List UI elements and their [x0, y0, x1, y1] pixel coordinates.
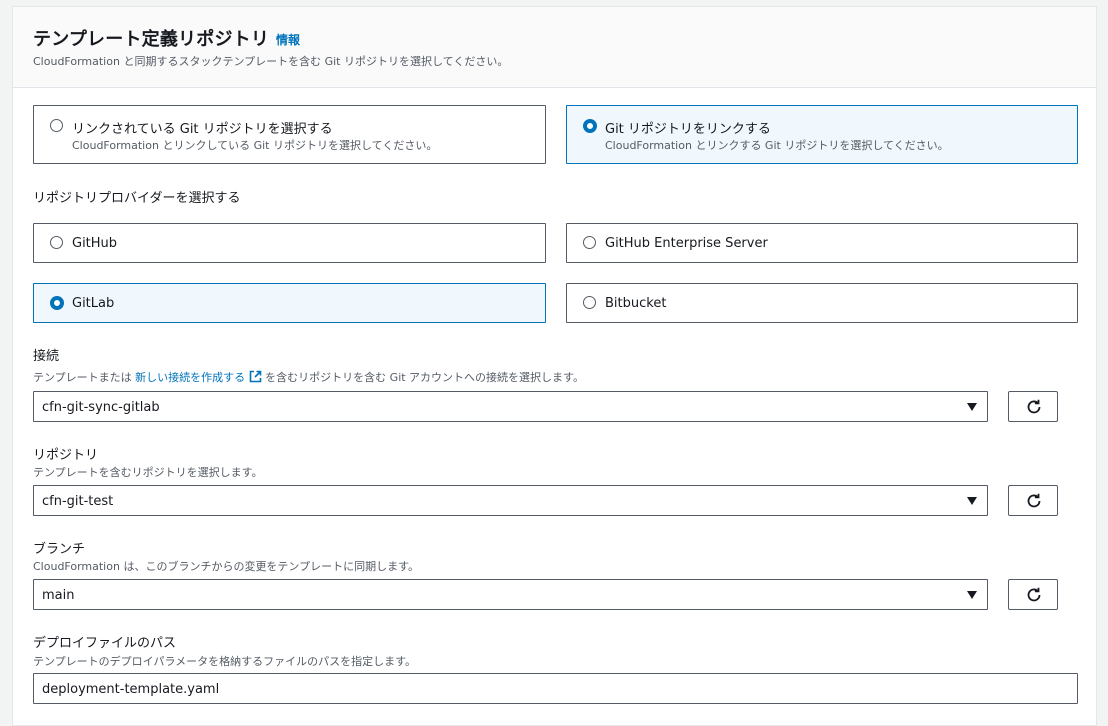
- connection-value: cfn-git-sync-gitlab: [42, 400, 160, 415]
- panel-description: CloudFormation と同期するスタックテンプレートを含む Git リポ…: [33, 55, 509, 68]
- refresh-repository-button[interactable]: [1008, 485, 1058, 516]
- caret-down-icon: [967, 497, 977, 505]
- option-description: CloudFormation とリンクする Git リポジトリを選択してください…: [605, 139, 949, 152]
- connection-desc-prefix: テンプレートまたは: [33, 371, 132, 384]
- create-connection-link[interactable]: 新しい接続を作成する: [135, 371, 245, 384]
- radio-button[interactable]: [50, 236, 63, 249]
- refresh-connection-button[interactable]: [1008, 391, 1058, 422]
- provider-gitlab[interactable]: GitLab: [33, 283, 546, 323]
- repository-description: テンプレートを含むリポジトリを選択します。: [33, 466, 263, 479]
- caret-down-icon: [967, 403, 977, 411]
- option-label: Bitbucket: [605, 296, 667, 311]
- external-link-icon[interactable]: [249, 370, 262, 383]
- deploy-file-input[interactable]: deployment-template.yaml: [33, 673, 1078, 704]
- option-select-linked-repo[interactable]: リンクされている Git リポジトリを選択する CloudFormation と…: [33, 105, 546, 164]
- radio-button-selected[interactable]: [50, 296, 64, 310]
- provider-bitbucket[interactable]: Bitbucket: [566, 283, 1078, 323]
- option-label: GitHub Enterprise Server: [605, 236, 768, 251]
- info-link[interactable]: 情報: [276, 31, 300, 48]
- panel-header: テンプレート定義リポジトリ 情報 CloudFormation と同期するスタッ…: [13, 7, 1096, 88]
- option-label: GitLab: [72, 296, 115, 311]
- caret-down-icon: [967, 591, 977, 599]
- refresh-icon: [1027, 587, 1041, 602]
- deploy-file-description: テンプレートのデプロイパラメータを格納するファイルのパスを指定します。: [33, 655, 417, 668]
- branch-select[interactable]: main: [33, 579, 988, 610]
- radio-button[interactable]: [50, 119, 63, 132]
- connection-label: 接続: [33, 349, 60, 364]
- repository-select[interactable]: cfn-git-test: [33, 485, 988, 516]
- provider-github-enterprise[interactable]: GitHub Enterprise Server: [566, 223, 1078, 263]
- refresh-branch-button[interactable]: [1008, 579, 1058, 610]
- deploy-file-value: deployment-template.yaml: [42, 682, 220, 697]
- option-link-git-repo[interactable]: Git リポジトリをリンクする CloudFormation とリンクする Gi…: [566, 105, 1078, 164]
- connection-select[interactable]: cfn-git-sync-gitlab: [33, 391, 988, 422]
- radio-button[interactable]: [583, 296, 596, 309]
- panel-title: テンプレート定義リポジトリ: [33, 29, 270, 50]
- template-definition-panel: テンプレート定義リポジトリ 情報 CloudFormation と同期するスタッ…: [12, 6, 1097, 726]
- branch-value: main: [42, 588, 75, 603]
- deploy-file-label: デプロイファイルのパス: [33, 636, 177, 651]
- option-description: CloudFormation とリンクしている Git リポジトリを選択してくだ…: [72, 139, 438, 152]
- radio-button-selected[interactable]: [583, 119, 597, 133]
- refresh-icon: [1027, 493, 1041, 508]
- branch-description: CloudFormation は、このブランチからの変更をテンプレートに同期しま…: [33, 560, 420, 573]
- provider-github[interactable]: GitHub: [33, 223, 546, 263]
- connection-desc-suffix: を含むリポジトリを含む Git アカウントへの接続を選択します。: [265, 371, 584, 384]
- provider-label: リポジトリプロバイダーを選択する: [33, 191, 241, 206]
- option-label: リンクされている Git リポジトリを選択する: [72, 122, 333, 137]
- option-label: GitHub: [72, 236, 118, 251]
- radio-button[interactable]: [583, 236, 596, 249]
- branch-label: ブランチ: [33, 542, 86, 557]
- connection-description: テンプレートまたは 新しい接続を作成する を含むリポジトリを含む Git アカウン…: [33, 369, 584, 385]
- repository-value: cfn-git-test: [42, 494, 114, 509]
- refresh-icon: [1027, 399, 1041, 414]
- option-label: Git リポジトリをリンクする: [605, 122, 771, 137]
- repository-label: リポジトリ: [33, 448, 99, 463]
